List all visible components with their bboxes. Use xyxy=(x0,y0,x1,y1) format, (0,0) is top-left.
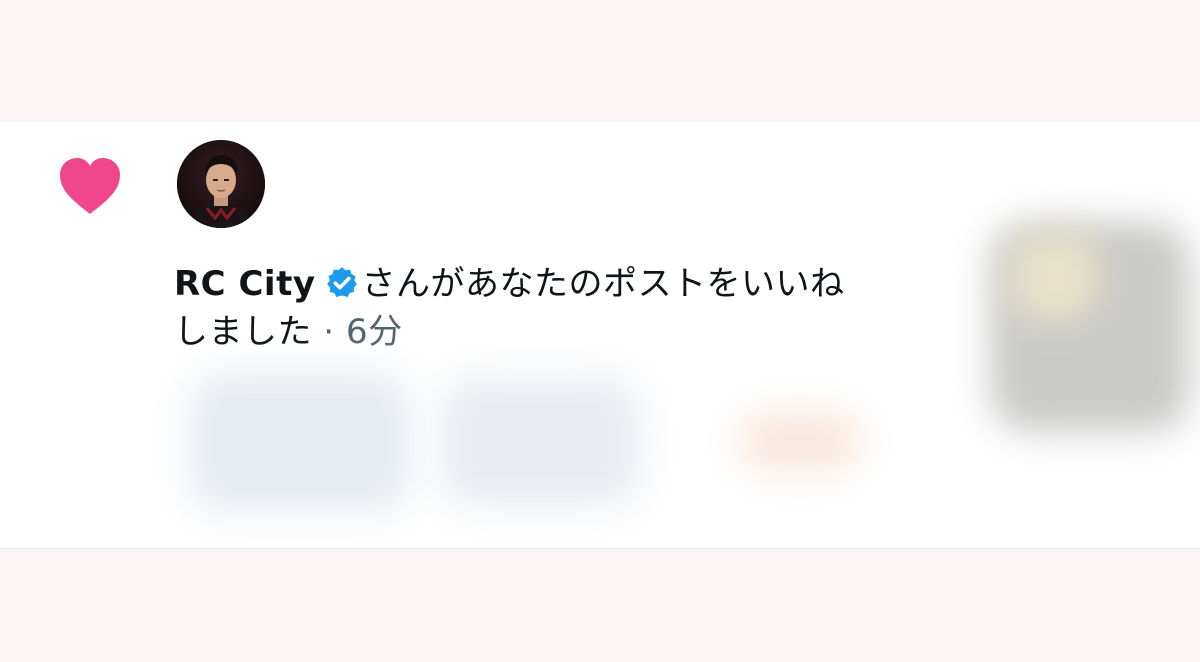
blurred-post-preview xyxy=(190,372,410,512)
blurred-post-preview xyxy=(440,377,640,507)
bottom-background-band xyxy=(0,549,1200,662)
blurred-image-highlight xyxy=(1010,232,1100,322)
notification-card[interactable]: RC City さんがあなたのポストをいいねしました · 6分 xyxy=(0,122,1200,549)
heart-icon xyxy=(60,158,120,214)
timestamp[interactable]: 6分 xyxy=(346,312,403,352)
avatar-image xyxy=(177,140,265,228)
username-link[interactable]: RC City xyxy=(174,264,316,304)
action-text-line2: しました xyxy=(174,312,312,352)
top-background-band xyxy=(0,0,1200,122)
avatar[interactable] xyxy=(177,140,265,228)
separator: · xyxy=(312,312,346,352)
verified-badge-icon xyxy=(326,267,357,298)
notification-text: RC City さんがあなたのポストをいいねしました · 6分 xyxy=(174,260,974,356)
action-text: さんがあなたのポストをいいね xyxy=(361,264,845,304)
blurred-post-preview xyxy=(740,412,860,472)
